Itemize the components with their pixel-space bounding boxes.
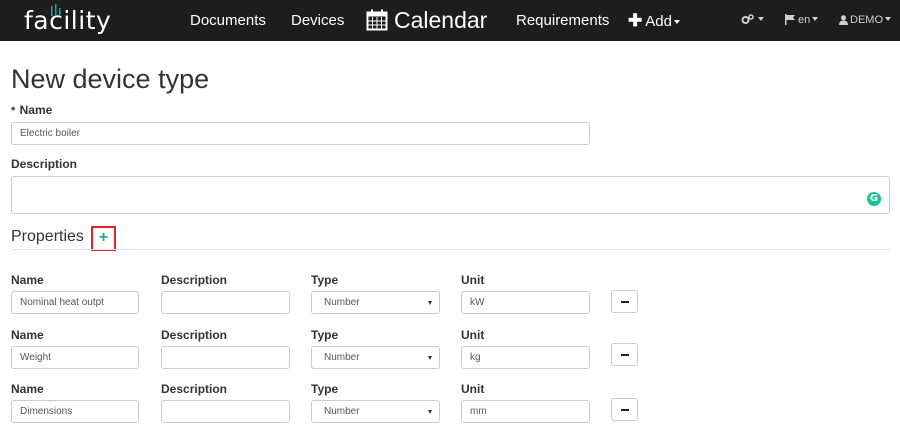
property-name-input[interactable]: Weight [11,346,139,369]
property-type-select[interactable]: Number [311,346,440,369]
cogs-icon [741,14,754,24]
nav-language-dropdown[interactable]: en [785,0,819,41]
property-type-select[interactable]: Number [311,400,440,423]
nav-add-dropdown[interactable]: ✚ Add [628,0,680,41]
brand-logo[interactable]: facility [24,6,111,36]
minus-icon [621,354,629,356]
property-description-label: Description [161,328,228,342]
description-label: Description [11,157,78,171]
required-marker: * [11,105,16,117]
name-input[interactable]: Electric boiler [11,122,590,145]
property-name-input[interactable]: Dimensions [11,400,139,423]
property-type-value: Number [324,406,360,417]
nav-settings-dropdown[interactable] [741,0,764,41]
property-unit-input[interactable]: kW [461,291,590,314]
property-name-label: Name [11,273,44,287]
nav-documents[interactable]: Documents [190,0,266,41]
remove-property-button[interactable] [611,398,638,421]
properties-title: Properties [11,228,84,245]
nav-devices-label: Devices [291,12,345,29]
brand-bars-icon [51,4,61,16]
flag-icon [785,14,795,25]
plus-icon: + [98,229,109,246]
property-name-label: Name [11,328,44,342]
calendar-icon [366,3,388,44]
section-divider [11,249,890,250]
nav-devices[interactable]: Devices [291,0,344,41]
nav-language-label: en [798,14,811,26]
property-name-label: Name [11,382,44,396]
nav-documents-label: Documents [190,12,266,29]
nav-add-label: Add [645,13,672,30]
chevron-down-icon [428,301,432,305]
name-label: * Name [11,103,52,117]
minus-icon [621,301,629,303]
plus-icon: ✚ [628,11,643,30]
name-label-text: Name [19,103,53,117]
property-type-label: Type [311,382,339,396]
chevron-down-icon [812,17,819,21]
property-unit-input[interactable]: mm [461,400,590,423]
description-textarea[interactable]: G [11,176,890,214]
property-unit-input[interactable]: kg [461,346,590,369]
nav-user-dropdown[interactable]: DEMO [839,0,891,41]
chevron-down-icon [758,17,764,21]
property-unit-label: Unit [461,328,485,342]
property-type-label: Type [311,273,339,287]
property-unit-label: Unit [461,273,485,287]
nav-user-label: DEMO [850,14,883,26]
grammarly-icon[interactable]: G [867,192,881,206]
property-description-label: Description [161,382,228,396]
property-description-label: Description [161,273,228,287]
property-type-value: Number [324,352,360,363]
brand-text: facility [24,6,112,35]
property-name-input[interactable]: Nominal heat outpt [11,291,139,314]
property-type-select[interactable]: Number [311,291,440,314]
property-unit-label: Unit [461,382,485,396]
top-navbar: facility Documents Devices Calendar Requ… [0,0,900,41]
remove-property-button[interactable] [611,343,638,366]
user-icon [839,15,848,25]
chevron-down-icon [673,20,680,24]
nav-calendar[interactable]: Calendar [366,0,487,41]
nav-requirements[interactable]: Requirements [516,0,609,41]
remove-property-button[interactable] [611,290,638,313]
nav-requirements-label: Requirements [516,12,610,29]
chevron-down-icon [428,410,432,414]
property-description-input[interactable] [161,291,290,314]
property-type-label: Type [311,328,339,342]
add-property-button[interactable]: + [91,226,116,251]
nav-calendar-label: Calendar [394,7,488,33]
minus-icon [621,409,629,411]
property-description-input[interactable] [161,400,290,423]
property-type-value: Number [324,297,360,308]
chevron-down-icon [885,17,891,21]
chevron-down-icon [428,356,432,360]
page-title: New device type [11,64,210,94]
property-description-input[interactable] [161,346,290,369]
